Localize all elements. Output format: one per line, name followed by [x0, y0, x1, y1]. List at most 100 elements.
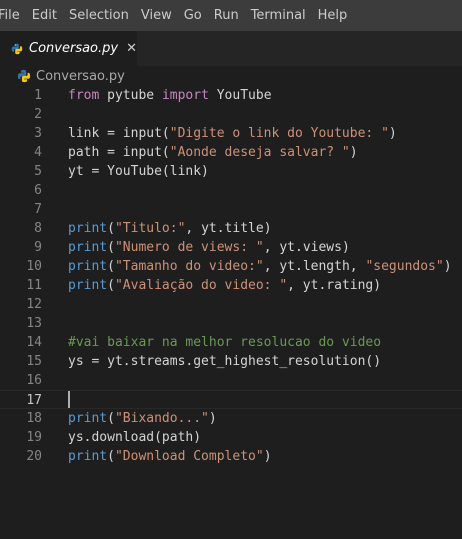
code-line[interactable]: 12: [0, 295, 462, 314]
code-token: ): [443, 259, 452, 274]
code-line[interactable]: 11 print("Avaliação do video: ", yt.ratin…: [0, 276, 462, 295]
menu-bar: File Edit Selection View Go Run Terminal Help: [0, 0, 462, 31]
code-token: , yt.rating): [287, 278, 382, 293]
code-token: print: [68, 240, 108, 255]
code-token: ): [263, 449, 272, 464]
menu-terminal[interactable]: Terminal: [245, 0, 312, 31]
code-text: print("Avaliação do video: ", yt.rating): [68, 276, 381, 295]
code-line[interactable]: 14 #vai baixar na melhor resolucao do vid…: [0, 333, 462, 352]
code-text: ys = yt.streams.get_highest_resolution(): [68, 352, 381, 371]
code-token: YouTube: [208, 88, 272, 103]
code-line[interactable]: 18 print("Bixando..."): [0, 409, 462, 428]
line-number: 19: [26, 430, 42, 445]
code-token: "Digite o link do Youtube: ": [169, 126, 389, 141]
code-token: "Titulo:": [114, 221, 186, 236]
code-text: link = input("Digite o link do Youtube: …: [68, 124, 397, 143]
line-number: 17: [26, 393, 42, 408]
line-number: 16: [26, 373, 42, 388]
code-line[interactable]: 5 yt = YouTube(link): [0, 162, 462, 181]
code-token: (: [107, 259, 115, 274]
code-line[interactable]: 16: [0, 371, 462, 390]
text-cursor: [68, 391, 70, 408]
line-number: 13: [26, 316, 42, 331]
code-token: "Download Completo": [114, 449, 264, 464]
code-token: (: [107, 240, 115, 255]
breadcrumb-file[interactable]: Conversao.py: [36, 69, 125, 84]
code-token: ys.download(path): [68, 430, 202, 445]
code-text: [68, 391, 70, 411]
code-token: (: [107, 221, 115, 236]
code-token: , yt.title): [185, 221, 272, 236]
line-number: 14: [26, 335, 42, 350]
tab-conversao[interactable]: Conversao.py ✕: [0, 31, 137, 66]
line-number: 10: [26, 259, 42, 274]
line-number: 11: [26, 278, 42, 293]
code-token: yt = YouTube(link): [68, 164, 209, 179]
code-token: print: [68, 411, 108, 426]
code-token: "Numero de views: ": [114, 240, 264, 255]
code-token: ): [208, 411, 217, 426]
menu-go[interactable]: Go: [178, 0, 208, 31]
code-text: from pytube import YouTube: [68, 86, 272, 105]
code-token: , yt.views): [263, 240, 350, 255]
code-line[interactable]: 20 print("Download Completo"): [0, 447, 462, 466]
code-token: from: [68, 88, 100, 103]
code-line[interactable]: 17: [0, 390, 462, 409]
tab-title: Conversao.py: [29, 41, 119, 56]
code-token: (: [107, 449, 115, 464]
code-token: import: [161, 88, 209, 103]
line-number: 6: [34, 183, 42, 198]
close-icon[interactable]: ✕: [126, 41, 137, 56]
code-line[interactable]: 15 ys = yt.streams.get_highest_resolution…: [0, 352, 462, 371]
code-token: path = input(: [68, 145, 170, 160]
code-token: "Avaliação do video: ": [114, 278, 288, 293]
code-token: ys = yt.streams.get_highest_resolution(): [68, 354, 382, 369]
code-line[interactable]: 10 print("Tamanho do video:", yt.length, …: [0, 257, 462, 276]
line-number: 5: [34, 164, 42, 179]
code-token: (: [107, 278, 115, 293]
code-token: link = input(: [68, 126, 170, 141]
code-token: , yt.length,: [263, 259, 366, 274]
menu-selection[interactable]: Selection: [63, 0, 135, 31]
code-line[interactable]: 3 link = input("Digite o link do Youtube:…: [0, 124, 462, 143]
code-token: print: [68, 259, 108, 274]
menu-help[interactable]: Help: [312, 0, 354, 31]
code-token: print: [68, 278, 108, 293]
code-line[interactable]: 13: [0, 314, 462, 333]
code-line[interactable]: 7: [0, 200, 462, 219]
code-line[interactable]: 9 print("Numero de views: ", yt.views): [0, 238, 462, 257]
code-text: yt = YouTube(link): [68, 162, 209, 181]
code-line[interactable]: 2: [0, 105, 462, 124]
line-number: 15: [26, 354, 42, 369]
code-token: print: [68, 221, 108, 236]
line-number: 7: [34, 202, 42, 217]
line-number: 9: [34, 240, 42, 255]
line-number: 12: [26, 297, 42, 312]
code-token: "Tamanho do video:": [114, 259, 264, 274]
line-number: 8: [34, 221, 42, 236]
line-number: 20: [26, 449, 42, 464]
code-text: print("Download Completo"): [68, 447, 272, 466]
code-line[interactable]: 4 path = input("Aonde deseja salvar? "): [0, 143, 462, 162]
python-icon: [17, 69, 31, 83]
menu-run[interactable]: Run: [208, 0, 245, 31]
code-line[interactable]: 8 print("Titulo:", yt.title): [0, 219, 462, 238]
code-text: print("Titulo:", yt.title): [68, 219, 272, 238]
line-number: 3: [34, 126, 42, 141]
code-editor[interactable]: 1 from pytube import YouTube 2 3 link = inpu…: [0, 86, 462, 539]
menu-file[interactable]: File: [0, 0, 26, 31]
breadcrumb: Conversao.py: [0, 66, 462, 86]
menu-view[interactable]: View: [135, 0, 178, 31]
python-icon: [11, 43, 23, 54]
code-line[interactable]: 1 from pytube import YouTube: [0, 86, 462, 105]
code-token: (: [107, 411, 115, 426]
code-text: print("Numero de views: ", yt.views): [68, 238, 350, 257]
code-text: ys.download(path): [68, 428, 201, 447]
code-token: "Aonde deseja salvar? ": [169, 145, 350, 160]
code-line[interactable]: 6: [0, 181, 462, 200]
menu-edit[interactable]: Edit: [26, 0, 63, 31]
code-text: #vai baixar na melhor resolucao do video: [68, 333, 381, 352]
code-text: print("Tamanho do video:", yt.length, "s…: [68, 257, 452, 276]
code-token: ): [349, 145, 358, 160]
code-line[interactable]: 19 ys.download(path): [0, 428, 462, 447]
